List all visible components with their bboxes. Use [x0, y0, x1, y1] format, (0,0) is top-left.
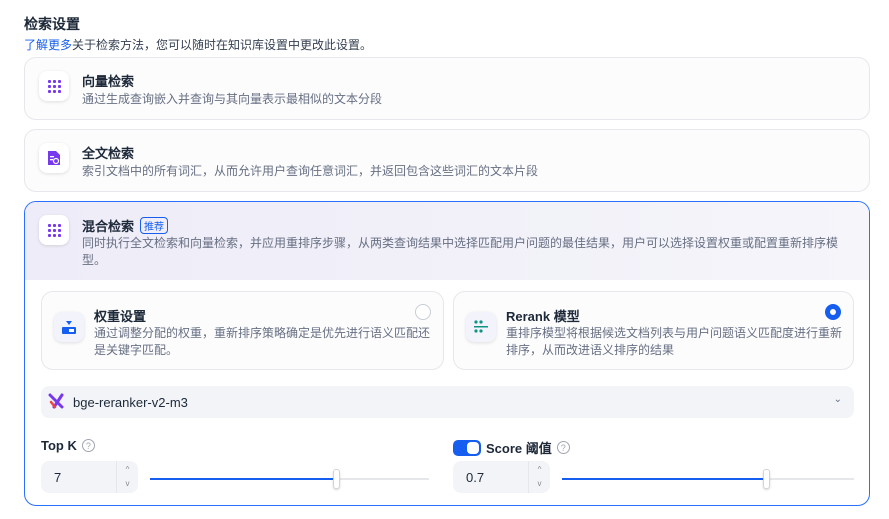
learn-more-link[interactable]: 了解更多 — [24, 38, 72, 52]
slider-thumb[interactable] — [333, 469, 341, 489]
stepper[interactable]: ^ v — [116, 461, 138, 493]
document-search-icon — [39, 143, 69, 173]
top-k-slider[interactable] — [150, 469, 429, 489]
top-k-input[interactable]: 7 ^ v — [41, 461, 138, 493]
rerank-model-option[interactable]: Rerank 模型 重排序模型将根据候选文档列表与用户问题语义匹配度进行重新排序… — [453, 291, 854, 370]
option-desc: 重排序模型将根据候选文档列表与用户问题语义匹配度进行重新排序，从而改进语义排序的… — [506, 326, 843, 357]
score-input[interactable]: 0.7 ^ v — [453, 461, 550, 493]
weight-settings-option[interactable]: 权重设置 通过调整分配的权重，重新排序策略确定是优先进行语义匹配还是关键字匹配。 — [41, 291, 444, 370]
weight-radio[interactable] — [415, 304, 431, 320]
score-label-text: Score 阈值 — [486, 441, 552, 456]
option-title: 权重设置 — [94, 309, 147, 324]
grid-icon — [39, 71, 69, 101]
fulltext-search-card[interactable]: 全文检索 索引文档中的所有词汇，从而允许用户查询任意词汇，并返回包含这些词汇的文… — [24, 129, 870, 192]
stepper[interactable]: ^ v — [528, 461, 550, 493]
top-k-value: 7 — [54, 470, 62, 485]
grid-icon — [39, 215, 69, 245]
card-title: 混合检索 推荐 — [82, 216, 169, 235]
top-k-label-text: Top K — [41, 438, 77, 453]
score-label: Score 阈值? — [453, 438, 570, 457]
card-title-text: 混合检索 — [82, 219, 135, 234]
model-logo-icon — [48, 393, 64, 412]
card-desc: 通过生成查询嵌入并查询与其向量表示最相似的文本分段 — [82, 92, 383, 106]
page-title: 检索设置 — [24, 16, 80, 32]
option-title: Rerank 模型 — [506, 309, 580, 324]
help-icon[interactable]: ? — [556, 441, 570, 454]
chevron-down-icon: ⌄ — [833, 394, 842, 405]
top-k-label: Top K? — [41, 438, 95, 453]
weight-icon — [54, 312, 84, 342]
card-title: 向量检索 — [82, 74, 135, 89]
selected-model: bge-reranker-v2-m3 — [73, 394, 188, 410]
rerank-icon — [466, 312, 496, 342]
card-desc: 同时执行全文检索和向量检索，并应用重排序步骤，从两类查询结果中选择匹配用户问题的… — [82, 236, 839, 267]
slider-fill — [562, 478, 767, 480]
subtitle: 了解更多关于检索方法，您可以随时在知识库设置中更改此设置。 — [24, 36, 372, 53]
vector-search-card[interactable]: 向量检索 通过生成查询嵌入并查询与其向量表示最相似的文本分段 — [24, 57, 870, 120]
card-desc: 索引文档中的所有词汇，从而允许用户查询任意词汇，并返回包含这些词汇的文本片段 — [82, 164, 539, 178]
subtitle-text: 关于检索方法，您可以随时在知识库设置中更改此设置。 — [72, 38, 373, 52]
option-desc: 通过调整分配的权重，重新排序策略确定是优先进行语义匹配还是关键字匹配。 — [94, 326, 431, 357]
score-slider[interactable] — [562, 469, 854, 489]
score-toggle[interactable] — [453, 439, 481, 456]
rerank-radio[interactable] — [825, 304, 841, 320]
score-value: 0.7 — [466, 470, 485, 485]
recommended-badge: 推荐 — [140, 217, 169, 234]
card-title: 全文检索 — [82, 146, 135, 161]
help-icon[interactable]: ? — [81, 439, 95, 452]
rerank-model-select[interactable]: bge-reranker-v2-m3 ⌄ — [41, 386, 854, 418]
slider-thumb[interactable] — [763, 469, 771, 489]
slider-fill — [150, 478, 337, 480]
hybrid-search-card[interactable]: 混合检索 推荐 同时执行全文检索和向量检索，并应用重排序步骤，从两类查询结果中选择… — [24, 201, 870, 506]
